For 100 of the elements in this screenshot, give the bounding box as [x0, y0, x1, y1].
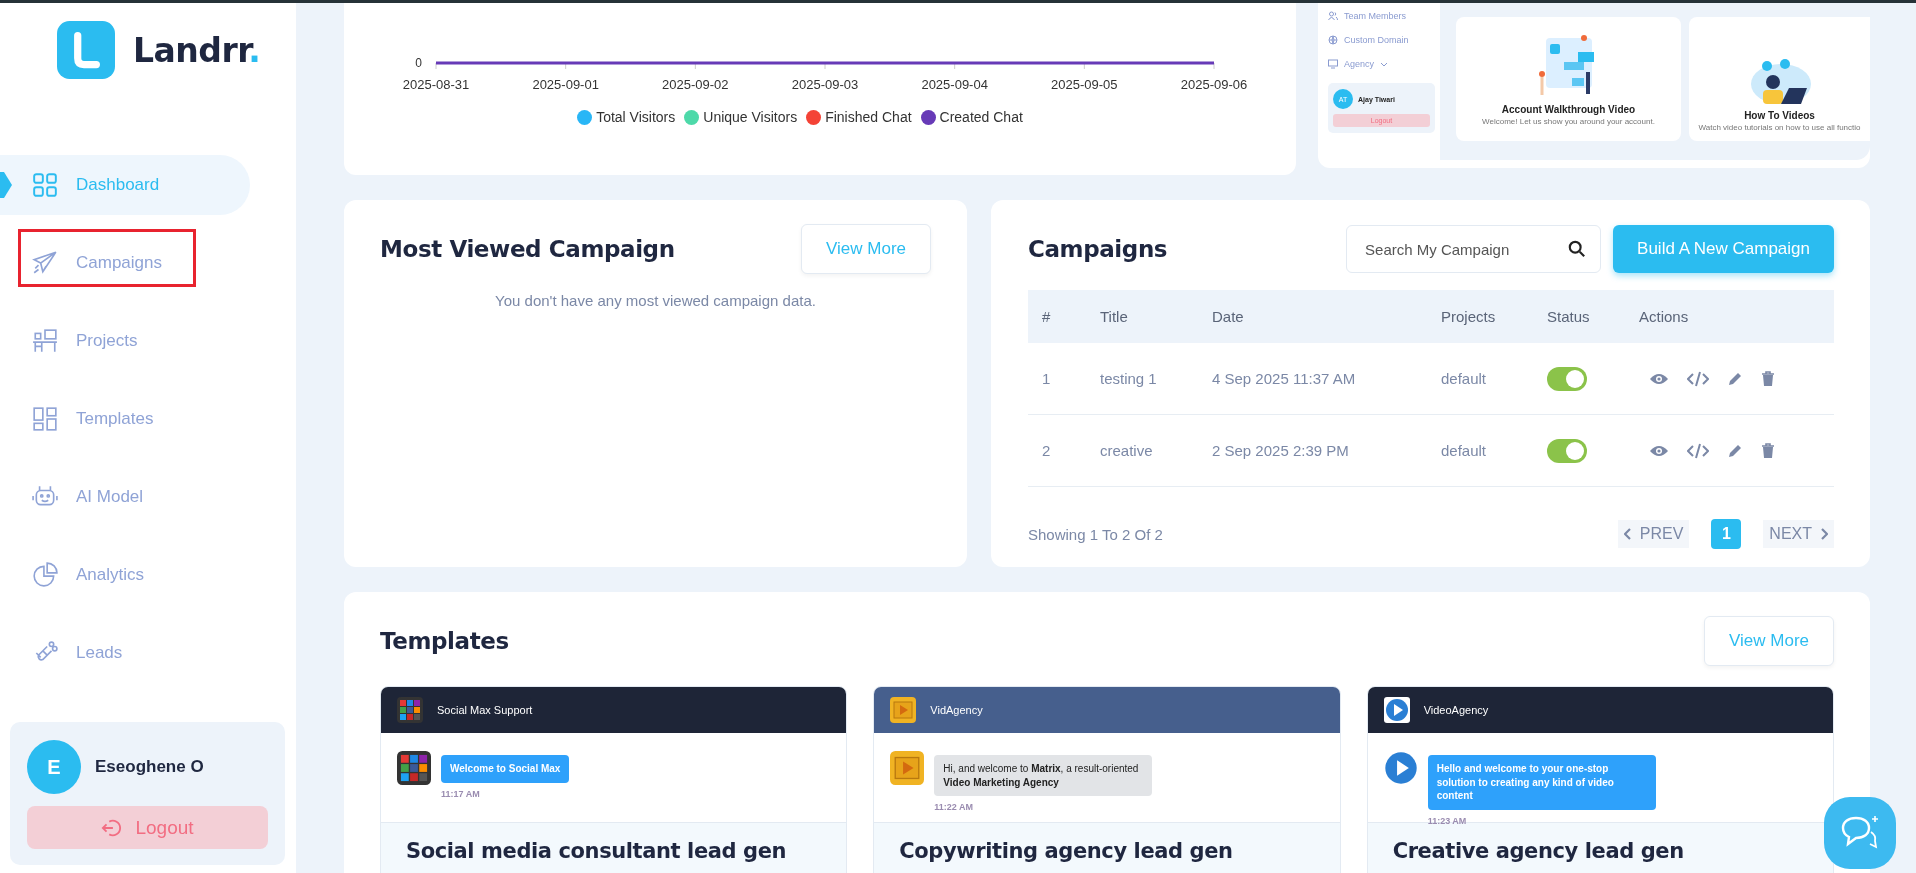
column-header: # [1042, 308, 1052, 325]
column-header: Date [1212, 308, 1245, 325]
nav-item[interactable]: Campaigns [0, 233, 250, 293]
x-tick-label: 2025-09-05 [1051, 77, 1118, 92]
bot-name: VidAgency [930, 704, 983, 716]
code-icon[interactable] [1687, 442, 1709, 459]
logo-icon [57, 21, 115, 79]
video-card[interactable]: Account Walkthrough Video Welcome! Let us show you around your account. [1456, 17, 1681, 141]
people-icon [1328, 11, 1338, 21]
video-title: How To Videos [1744, 110, 1815, 122]
next-button[interactable]: NEXT [1763, 520, 1834, 548]
pie-chart-icon [32, 562, 58, 588]
x-tick-label: 2025-09-01 [532, 77, 599, 92]
message-time: 11:22 AM [934, 802, 974, 812]
layout-icon [32, 406, 58, 432]
view-more-button[interactable]: View More [1704, 616, 1834, 666]
bot-name: VideoAgency [1423, 704, 1489, 716]
nav-item[interactable]: AI Model [0, 467, 250, 527]
status-toggle[interactable] [1547, 438, 1587, 463]
paper-plane-icon [32, 250, 58, 276]
nav-item[interactable]: Dashboard [0, 155, 250, 215]
app-grid-icon [397, 751, 431, 785]
template-title: Copywriting agency lead gen [899, 839, 1234, 863]
column-header: Actions [1639, 308, 1690, 325]
play-icon [890, 751, 925, 785]
card-title: Templates [380, 628, 509, 654]
chevron-left-icon [1623, 528, 1632, 540]
prev-button[interactable]: PREV [1617, 520, 1690, 548]
bot-name: Social Max Support [437, 704, 533, 716]
active-indicator [0, 172, 12, 198]
table-cell-text: default [1441, 370, 1488, 387]
table-cell-text: 1 [1042, 370, 1052, 387]
legend-label: Unique Visitors [703, 109, 798, 125]
template-card[interactable]: Social Max Support Welcome to Social Max 11:17 AM Social media consultant lead gen [380, 686, 848, 873]
user-name: Eseoghene O [95, 757, 204, 777]
empty-message: You don't have any most viewed campaign data. [494, 292, 817, 309]
chat-bubble: Welcome to Social Max [441, 755, 570, 783]
video-title: Account Walkthrough Video [1501, 104, 1636, 116]
play-icon [1383, 697, 1410, 723]
play-icon [890, 697, 917, 723]
view-more-button[interactable]: View More [801, 224, 931, 274]
column-header: Projects [1441, 308, 1497, 325]
eye-icon[interactable] [1649, 443, 1669, 458]
x-tick-label: 2025-08-31 [402, 77, 470, 92]
status-toggle[interactable] [1547, 366, 1587, 391]
user-avatar: E [27, 740, 81, 794]
y-tick-label: 0 [415, 56, 422, 70]
play-icon [1383, 751, 1418, 785]
table-cell-text: 2 Sep 2025 2:39 PM [1212, 442, 1350, 459]
column-header: Title [1100, 308, 1129, 325]
pagination-summary: Showing 1 To 2 Of 2 [1028, 525, 1163, 543]
video-description: Watch video tutorials on how to use all functio [1698, 123, 1861, 133]
video-card[interactable]: How To Videos Watch video tutorials on how to use all functio [1689, 17, 1870, 141]
template-card[interactable]: VidAgency Hi, and welcome to Matrix, a result-oriented Video Marketing Agency 11:22 AM Copywriting agency lead gen [873, 686, 1341, 873]
chat-support-button[interactable] [1824, 797, 1896, 869]
chat-bubble: Hello and welcome to your one-stop solution to creating any kind of video content [1427, 755, 1656, 810]
x-tick-label: 2025-09-03 [791, 77, 859, 92]
app-grid-icon [397, 697, 423, 723]
x-tick-label: 2025-09-06 [1180, 77, 1248, 92]
message-time: 11:23 AM [1427, 815, 1468, 826]
table-cell-text: default [1441, 442, 1488, 459]
table-cell-text: testing 1 [1100, 370, 1158, 387]
chat-bubble: Hi, and welcome to Matrix, a result-oriented Video Marketing Agency [934, 755, 1153, 796]
build-campaign-button[interactable]: Build A New Campaign [1613, 225, 1834, 273]
trash-icon[interactable] [1761, 370, 1775, 387]
nav-item[interactable]: Projects [0, 311, 250, 371]
legend-label: Finished Chat [825, 109, 912, 125]
card-title: Campaigns [1028, 236, 1168, 262]
desk-icon [32, 328, 58, 354]
x-tick-label: 2025-09-02 [662, 77, 729, 92]
trash-icon[interactable] [1761, 442, 1775, 459]
template-card[interactable]: VideoAgency Hello and welcome to your one-stop solution to creating any kind of video content 11:23 AM Creative agency lead gen [1366, 686, 1834, 873]
card-title: Most Viewed Campaign [380, 236, 675, 262]
legend-label: Created Chat [939, 109, 1023, 125]
monitor-icon [1328, 59, 1338, 69]
nav-item[interactable]: Templates [0, 389, 250, 449]
legend-label: Total Visitors [596, 109, 676, 125]
table-cell-text: 2 [1042, 442, 1052, 459]
logout-button[interactable]: Logout [27, 806, 268, 849]
template-title: Creative agency lead gen [1392, 839, 1685, 863]
search-icon [1568, 240, 1587, 258]
brand-name: Landrr. [133, 30, 261, 70]
globe-icon [1328, 35, 1338, 45]
x-tick-label: 2025-09-04 [921, 77, 988, 92]
nav-item[interactable]: Leads [0, 623, 250, 683]
code-icon[interactable] [1687, 370, 1709, 387]
template-title: Social media consultant lead gen [406, 839, 788, 863]
chevron-down-icon [1380, 61, 1389, 67]
page-button[interactable]: 1 [1711, 519, 1742, 549]
table-cell-text: creative [1100, 442, 1154, 459]
search-field[interactable]: Search My Campaign [1346, 225, 1602, 273]
message-time: 11:17 AM [441, 788, 481, 799]
column-header: Status [1547, 308, 1591, 325]
grid-icon [32, 172, 58, 198]
eye-icon[interactable] [1649, 371, 1669, 386]
video-description: Welcome! Let us show you around your account. [1482, 117, 1655, 127]
chevron-right-icon [1820, 528, 1828, 540]
nav-item[interactable]: Analytics [0, 545, 250, 605]
pencil-icon[interactable] [1727, 370, 1743, 387]
pencil-icon[interactable] [1727, 442, 1743, 459]
